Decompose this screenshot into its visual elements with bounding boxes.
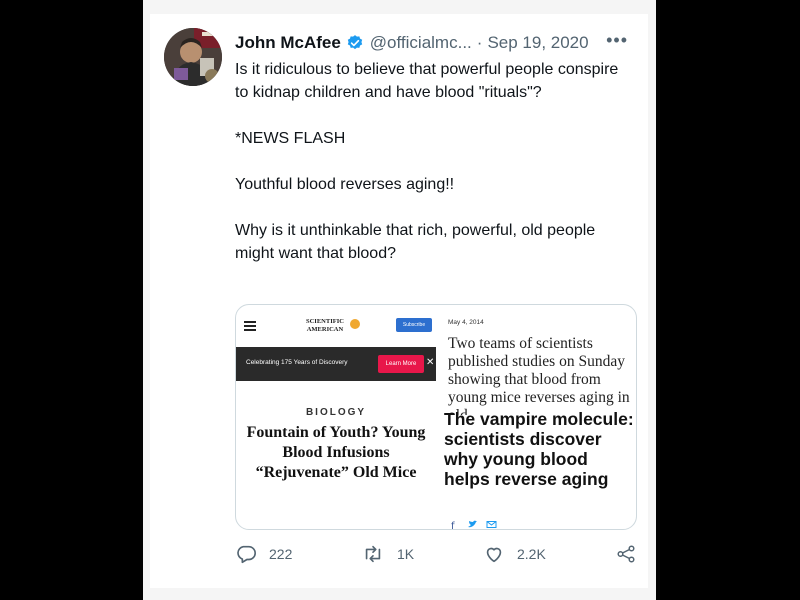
twitter-icon	[467, 517, 478, 528]
reply-button[interactable]: 222	[235, 542, 292, 566]
article-headline: Fountain of Youth? Young Blood Infusions…	[246, 424, 426, 481]
anniversary-badge-icon	[350, 319, 360, 329]
author-name[interactable]: John McAfee	[235, 33, 341, 53]
subscribe-button: Subscribe	[396, 318, 432, 332]
tweet-paragraph: Why is it unthinkable that rich, powerfu…	[235, 222, 596, 262]
reply-count: 222	[269, 546, 293, 562]
share-icon	[617, 545, 635, 563]
avatar[interactable]	[164, 28, 222, 86]
like-button[interactable]: 2.2K	[483, 542, 546, 566]
like-count: 2.2K	[517, 546, 546, 562]
share-icons: f	[448, 517, 497, 530]
close-icon: ✕	[426, 357, 435, 368]
attached-image[interactable]: SCIENTIFIC AMERICAN Subscribe Celebratin…	[235, 304, 637, 530]
tweet-paragraph: Youthful blood reverses aging!!	[235, 176, 455, 193]
article-screenshot-right: May 4, 2014 Two teams of scientists publ…	[436, 305, 636, 529]
tweet-card: John McAfee @officialmc... · Sep 19, 202…	[150, 14, 648, 588]
tweet-date[interactable]: Sep 19, 2020	[487, 33, 588, 53]
article-date: May 4, 2014	[448, 319, 484, 326]
menu-icon	[244, 321, 256, 333]
retweet-button[interactable]: 1K	[361, 542, 414, 566]
facebook-icon: f	[448, 517, 459, 530]
site-logo: SCIENTIFIC AMERICAN	[306, 318, 344, 334]
tweet-actions: 222 1K 2.2K	[235, 542, 641, 566]
learn-more-button: Learn More	[378, 355, 424, 373]
header-separator: ·	[476, 33, 483, 52]
more-options-icon[interactable]: •••	[606, 30, 628, 51]
logo-line: AMERICAN	[306, 326, 344, 333]
email-icon	[486, 517, 497, 528]
article-screenshot-left: SCIENTIFIC AMERICAN Subscribe Celebratin…	[236, 305, 436, 529]
promo-banner: Celebrating 175 Years of Discovery Learn…	[236, 347, 436, 381]
article-topic: BIOLOGY	[305, 407, 367, 418]
tweet-text: Is it ridiculous to believe that powerfu…	[235, 58, 635, 265]
retweet-icon	[365, 545, 381, 563]
tweet-header: John McAfee @officialmc... · Sep 19, 202…	[235, 30, 636, 56]
article-excerpt: Two teams of scientists published studie…	[448, 335, 630, 415]
share-button[interactable]	[615, 542, 637, 566]
reply-icon	[237, 545, 256, 564]
heart-icon	[486, 547, 502, 563]
promo-text: Celebrating 175 Years of Discovery	[246, 359, 348, 366]
article-title: The vampire molecule: scientists discove…	[444, 409, 634, 489]
tweet-paragraph: Is it ridiculous to believe that powerfu…	[235, 61, 619, 101]
svg-text:f: f	[451, 521, 455, 530]
retweet-count: 1K	[397, 546, 415, 562]
site-header: SCIENTIFIC AMERICAN Subscribe	[236, 305, 436, 345]
verified-badge-icon	[346, 34, 364, 52]
tweet-paragraph: *NEWS FLASH	[235, 130, 346, 147]
logo-line: SCIENTIFIC	[306, 318, 344, 325]
author-handle[interactable]: @officialmc...	[370, 33, 472, 53]
